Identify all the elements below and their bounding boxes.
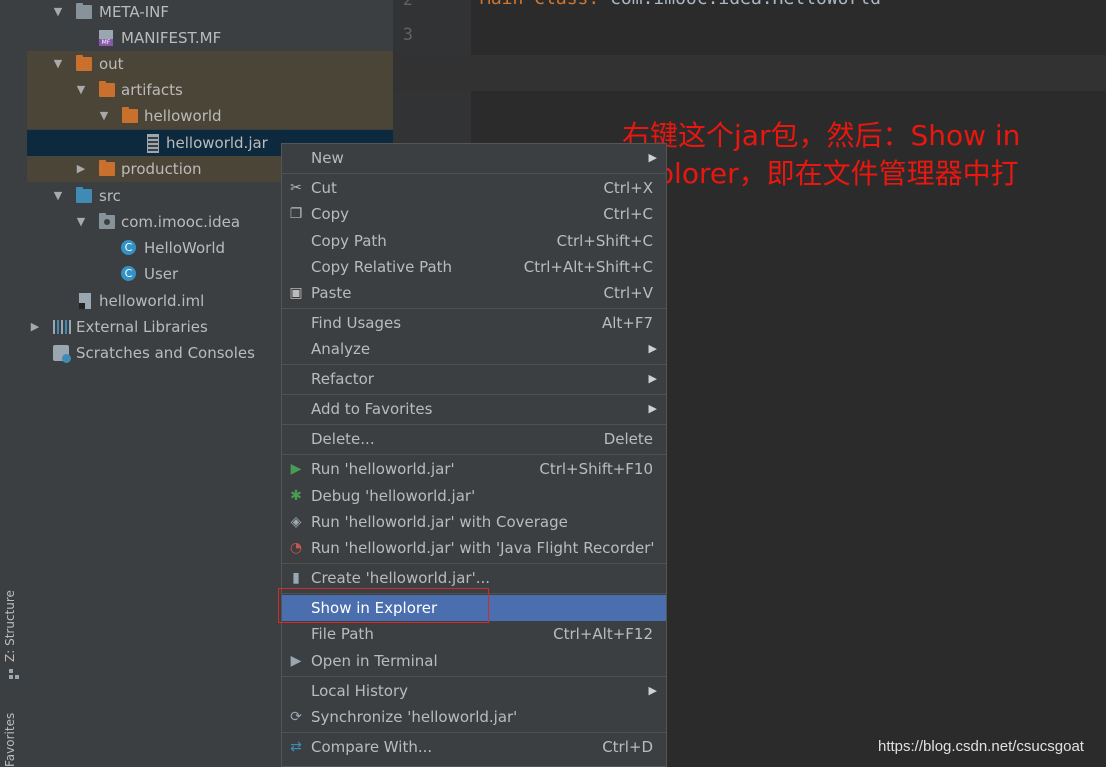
- menu-item-run-flight-recorder[interactable]: ◔ Run 'helloworld.jar' with 'Java Flight…: [282, 535, 666, 561]
- expand-arrow-icon[interactable]: ▼: [52, 183, 64, 209]
- menu-item-cut[interactable]: ✂ Cut Ctrl+X: [282, 175, 666, 201]
- structure-tab[interactable]: Z: Structure: [3, 590, 17, 662]
- menu-item-delete[interactable]: Delete... Delete: [282, 426, 666, 452]
- folder-icon: [76, 55, 92, 71]
- tree-node-out[interactable]: ▼ out: [27, 51, 393, 77]
- line-number: 2: [402, 0, 413, 10]
- line-number: 3: [402, 25, 413, 45]
- debug-icon: ✱: [290, 488, 302, 504]
- tree-node-meta-inf[interactable]: ▼ META-INF: [27, 0, 393, 25]
- libraries-icon: [53, 320, 71, 334]
- menu-item-add-to-favorites[interactable]: Add to Favorites ▶: [282, 396, 666, 422]
- menu-item-analyze[interactable]: Analyze ▶: [282, 336, 666, 362]
- highlight-frame: [278, 588, 489, 623]
- submenu-arrow-icon: ▶: [648, 342, 657, 355]
- tree-node-helloworld-folder[interactable]: ▼ helloworld: [27, 103, 393, 129]
- menu-item-copy-relative-path[interactable]: Copy Relative Path Ctrl+Alt+Shift+C: [282, 254, 666, 280]
- menu-separator: [282, 563, 666, 564]
- folder-icon: [99, 81, 115, 97]
- expand-arrow-icon[interactable]: ▼: [98, 103, 110, 129]
- menu-item-run-coverage[interactable]: ◈ Run 'helloworld.jar' with Coverage: [282, 509, 666, 535]
- tree-node-artifacts[interactable]: ▼ artifacts: [27, 77, 393, 103]
- manifest-file-icon: MF: [99, 30, 113, 46]
- compare-icon: ⇄: [290, 739, 302, 755]
- collapse-arrow-icon[interactable]: ▶: [75, 156, 87, 182]
- scissors-icon: ✂: [290, 180, 302, 196]
- menu-separator: [282, 454, 666, 455]
- menu-item-file-path[interactable]: File Path Ctrl+Alt+F12: [282, 621, 666, 647]
- coverage-icon: ◈: [290, 514, 302, 530]
- expand-arrow-icon[interactable]: ▼: [75, 209, 87, 235]
- menu-separator: [282, 732, 666, 733]
- menu-separator: [282, 424, 666, 425]
- code-key: Main-Class:: [480, 0, 599, 9]
- menu-item-local-history[interactable]: Local History ▶: [282, 678, 666, 704]
- submenu-arrow-icon: ▶: [648, 402, 657, 415]
- menu-separator: [282, 308, 666, 309]
- copy-icon: ❐: [289, 206, 303, 222]
- class-icon: C: [121, 240, 136, 255]
- menu-separator: [282, 173, 666, 174]
- paste-icon: ▣: [289, 285, 303, 301]
- jar-icon: ▮: [292, 570, 300, 586]
- run-icon: ▶: [290, 461, 302, 477]
- menu-item-paste[interactable]: ▣ Paste Ctrl+V: [282, 280, 666, 306]
- collapse-arrow-icon[interactable]: ▶: [29, 314, 41, 340]
- menu-item-open-in-terminal[interactable]: ▶ Open in Terminal: [282, 648, 666, 674]
- context-menu: New ▶ ✂ Cut Ctrl+X ❐ Copy Ctrl+C Copy Pa…: [281, 143, 667, 767]
- structure-icon: [9, 669, 19, 679]
- code-value: com.imooc.idea.HelloWorld: [610, 0, 881, 9]
- menu-separator: [282, 676, 666, 677]
- menu-item-find-usages[interactable]: Find Usages Alt+F7: [282, 310, 666, 336]
- folder-icon: [99, 160, 115, 176]
- expand-arrow-icon[interactable]: ▼: [52, 51, 64, 77]
- class-icon: C: [121, 266, 136, 281]
- module-file-icon: [79, 293, 91, 309]
- expand-arrow-icon[interactable]: ▼: [75, 77, 87, 103]
- menu-item-compare-with[interactable]: ⇄ Compare With... Ctrl+D: [282, 734, 666, 760]
- expand-arrow-icon[interactable]: ▼: [52, 0, 64, 25]
- submenu-arrow-icon: ▶: [648, 151, 657, 164]
- scratches-icon: [53, 345, 71, 363]
- menu-separator: [282, 364, 666, 365]
- tool-window-stripe: Z: Structure Favorites: [0, 0, 28, 767]
- menu-item-synchronize[interactable]: ⟳ Synchronize 'helloworld.jar': [282, 704, 666, 730]
- submenu-arrow-icon: ▶: [648, 684, 657, 697]
- watermark: https://blog.csdn.net/csucsgoat: [878, 738, 1084, 755]
- source-folder-icon: [76, 187, 92, 203]
- menu-item-copy-path[interactable]: Copy Path Ctrl+Shift+C: [282, 228, 666, 254]
- terminal-icon: ▶: [290, 653, 302, 669]
- favorites-tab[interactable]: Favorites: [3, 713, 17, 767]
- folder-icon: [122, 107, 138, 123]
- menu-separator: [282, 394, 666, 395]
- menu-item-copy[interactable]: ❐ Copy Ctrl+C: [282, 201, 666, 227]
- menu-item-debug[interactable]: ✱ Debug 'helloworld.jar': [282, 483, 666, 509]
- sync-icon: ⟳: [290, 709, 302, 725]
- folder-icon: [76, 3, 92, 19]
- annotation-note: 右键这个jar包，然后：Show in Explorer，即在文件管理器中打开；: [622, 119, 1021, 228]
- flight-recorder-icon: ◔: [289, 540, 303, 556]
- menu-item-refactor[interactable]: Refactor ▶: [282, 366, 666, 392]
- jar-icon: [147, 134, 159, 153]
- submenu-arrow-icon: ▶: [648, 372, 657, 385]
- tree-node-manifest[interactable]: MF MANIFEST.MF: [27, 25, 393, 51]
- caret-row: [393, 55, 1106, 91]
- package-icon: [99, 213, 115, 229]
- menu-item-run[interactable]: ▶ Run 'helloworld.jar' Ctrl+Shift+F10: [282, 456, 666, 482]
- menu-item-new[interactable]: New ▶: [282, 145, 666, 171]
- code-line: Main-Class: com.imooc.idea.HelloWorld: [480, 0, 881, 9]
